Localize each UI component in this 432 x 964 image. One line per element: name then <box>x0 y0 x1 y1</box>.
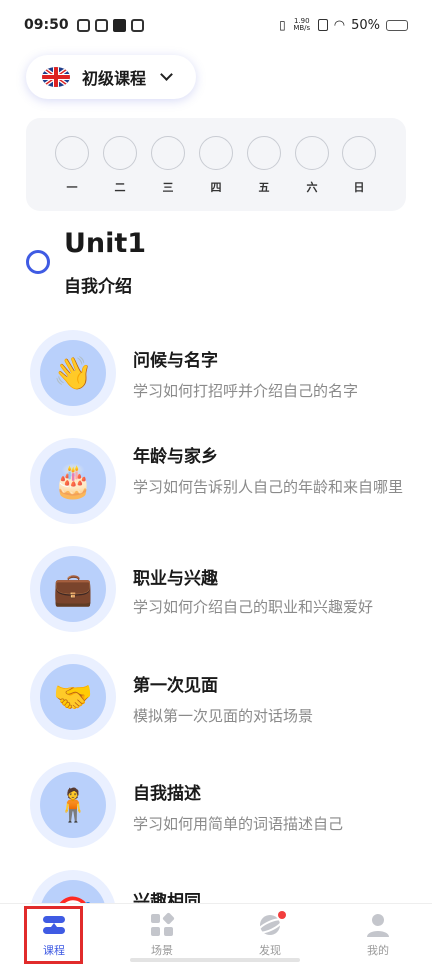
day-label: 一 <box>66 181 78 194</box>
lesson-title: 问候与名字 <box>133 351 218 371</box>
lesson-title: 第一次见面 <box>133 676 218 696</box>
tab-scene[interactable]: 场景 <box>108 904 216 964</box>
profile-icon <box>367 914 389 937</box>
day-label: 二 <box>114 181 126 194</box>
person-icon: 🧍 <box>40 772 106 838</box>
tab-label: 场景 <box>151 944 173 957</box>
day-circle <box>55 136 89 170</box>
day-sun[interactable]: 日 <box>342 136 376 195</box>
lesson-desc: 模拟第一次见面的对话场景 <box>133 707 314 725</box>
birthday-cake-icon: 🎂 <box>40 448 106 514</box>
no-sim-icon <box>317 19 328 31</box>
day-circle <box>103 136 137 170</box>
day-mon[interactable]: 一 <box>55 136 89 195</box>
lesson-item[interactable]: 👋 问候与名字 学习如何打招呼并介绍自己的名字 <box>30 330 420 420</box>
tab-profile[interactable]: 我的 <box>324 904 432 964</box>
chevron-down-icon <box>160 68 173 81</box>
uk-flag-icon <box>42 67 70 87</box>
day-circle <box>342 136 376 170</box>
status-right: ▯ 1.90 MB/s ◠ 50% <box>279 18 408 33</box>
lesson-art: 🎯 <box>30 870 116 903</box>
net-speed: 1.90 MB/s <box>292 18 312 32</box>
day-label: 日 <box>353 181 365 194</box>
day-circle <box>247 136 281 170</box>
tab-label: 我的 <box>367 944 389 957</box>
day-fri[interactable]: 五 <box>247 136 281 195</box>
tab-label: 发现 <box>259 944 281 957</box>
day-sat[interactable]: 六 <box>295 136 329 195</box>
day-wed[interactable]: 三 <box>151 136 185 195</box>
day-thu[interactable]: 四 <box>199 136 233 195</box>
lesson-desc: 学习如何打招呼并介绍自己的名字 <box>133 382 359 400</box>
unit-subtitle: 自我介绍 <box>64 277 132 297</box>
lesson-item[interactable]: 🎯 兴趣相同 <box>30 870 420 903</box>
battery-icon <box>386 19 408 31</box>
lesson-title: 兴趣相同 <box>133 892 201 903</box>
waving-hand-icon: 👋 <box>40 340 106 406</box>
lesson-art: 🎂 <box>30 438 116 524</box>
app-notification-icon <box>76 18 90 32</box>
lesson-desc: 学习如何用简单的词语描述自己 <box>133 815 344 833</box>
day-circle <box>151 136 185 170</box>
status-time: 09:50 <box>24 17 69 33</box>
home-indicator[interactable] <box>130 958 300 962</box>
app-notification-icon <box>94 18 108 32</box>
unit-progress-ring <box>26 250 50 274</box>
day-label: 四 <box>210 181 222 194</box>
status-bar: 09:50 ▯ 1.90 MB/s ◠ 50% <box>0 0 432 50</box>
briefcase-icon: 💼 <box>40 556 106 622</box>
lesson-title: 自我描述 <box>133 784 201 804</box>
notification-badge <box>278 911 286 919</box>
day-tue[interactable]: 二 <box>103 136 137 195</box>
battery-percent: 50% <box>351 17 380 33</box>
vibrate-icon: ▯ <box>279 18 286 32</box>
target-icon: 🎯 <box>40 880 106 903</box>
lesson-item[interactable]: 🎂 年龄与家乡 学习如何告诉别人自己的年龄和来自哪里 <box>30 438 420 538</box>
unit-title: Unit1 <box>64 228 147 259</box>
scene-grid-icon <box>151 912 175 936</box>
day-label: 六 <box>306 181 318 194</box>
active-tab-highlight <box>24 906 83 964</box>
lesson-item[interactable]: 💼 职业与兴趣 学习如何介绍自己的职业和兴趣爱好 <box>30 546 420 636</box>
week-checkin-card: 一 二 三 四 五 六 日 <box>26 118 406 211</box>
lesson-art: 🤝 <box>30 654 116 740</box>
day-circle <box>295 136 329 170</box>
lesson-item[interactable]: 🧍 自我描述 学习如何用简单的词语描述自己 <box>30 762 420 852</box>
lesson-item[interactable]: 🤝 第一次见面 模拟第一次见面的对话场景 <box>30 654 420 744</box>
day-circle <box>199 136 233 170</box>
lesson-art: 🧍 <box>30 762 116 848</box>
lesson-desc: 学习如何介绍自己的职业和兴趣爱好 <box>133 598 374 616</box>
mail-icon <box>130 18 144 32</box>
day-label: 五 <box>258 181 270 194</box>
wifi-icon: ◠ <box>333 17 346 33</box>
course-title: 初级课程 <box>82 69 147 88</box>
notification-icons <box>76 18 144 32</box>
lesson-desc: 学习如何告诉别人自己的年龄和来自哪里 <box>133 478 404 496</box>
tiktok-icon <box>112 18 126 32</box>
lesson-title: 职业与兴趣 <box>133 569 218 589</box>
tab-discover[interactable]: 发现 <box>216 904 324 964</box>
course-selector[interactable]: 初级课程 <box>26 55 196 99</box>
lesson-art: 💼 <box>30 546 116 632</box>
lesson-title: 年龄与家乡 <box>133 447 218 467</box>
handshake-icon: 🤝 <box>40 664 106 730</box>
net-speed-unit: MB/s <box>293 24 311 32</box>
day-label: 三 <box>162 181 174 194</box>
lesson-art: 👋 <box>30 330 116 416</box>
